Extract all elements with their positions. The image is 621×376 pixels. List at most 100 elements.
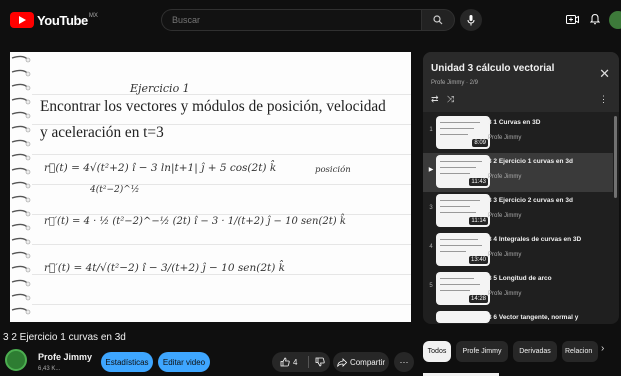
share-button[interactable]: Compartir: [333, 352, 389, 372]
playlist-item-index: 4: [429, 244, 433, 250]
paper-line: [32, 94, 411, 95]
playlist-item-title: 3 4 Integrales de curvas en 3D: [488, 236, 582, 243]
create-video-icon: [565, 14, 579, 24]
video-duration: 11:43: [469, 178, 488, 186]
account-avatar[interactable]: [609, 11, 621, 29]
loop-icon[interactable]: ⇄: [431, 94, 439, 105]
playlist-item-channel: Profe Jimmy: [488, 252, 522, 258]
thumbnail-line: [440, 206, 470, 207]
playlist-item-title: 3 3 Ejercicio 2 curvas en 3d: [488, 197, 573, 204]
playlist-item[interactable]: 3 6 Vector tangente, normal y: [423, 309, 613, 324]
playlist-title[interactable]: Unidad 3 cálculo vectorial: [431, 63, 554, 74]
share-icon: [337, 357, 347, 367]
more-actions-button[interactable]: ···: [394, 352, 414, 372]
thumbs-up-icon: [280, 357, 290, 367]
thumbnail-line: [440, 134, 468, 135]
video-duration: 14:28: [468, 295, 488, 303]
chip-all[interactable]: Todos: [423, 341, 451, 362]
top-bar: YouTube MX: [0, 0, 621, 40]
chevron-right-icon[interactable]: ›: [601, 343, 604, 354]
create-button[interactable]: [564, 11, 580, 27]
playlist-item[interactable]: 4 13:40 3 4 Integrales de curvas en 3D P…: [423, 231, 613, 270]
playlist-item[interactable]: 1 8:09 3 1 Curvas en 3D Profe Jimmy: [423, 114, 613, 153]
playlist-panel: Unidad 3 cálculo vectorial Profe Jimmy ·…: [423, 52, 619, 324]
paper-line: [32, 184, 411, 185]
chip-relacion[interactable]: Relacion: [562, 341, 598, 362]
channel-avatar[interactable]: [5, 349, 27, 371]
video-thumbnail: 11:43: [436, 155, 490, 188]
thumbnail-line: [440, 167, 476, 168]
exercise-heading: Ejercicio 1: [130, 82, 190, 95]
equation-velocity-step: r⃗′(t) = 4 · ½ (t²−2)^−½ (2t) î − 3 · 1/…: [44, 216, 346, 227]
thumbnail-line: [440, 284, 480, 285]
playlist-item-title: 3 5 Longitud de arco: [488, 275, 552, 282]
video-duration: 13:40: [468, 256, 488, 264]
playlist-item-index: 5: [429, 283, 433, 289]
playlist-item-title: 3 6 Vector tangente, normal y: [488, 314, 579, 321]
playlist-item-index: 3: [429, 205, 433, 211]
playlist-item-channel: Profe Jimmy: [488, 213, 522, 219]
thumbnail-line: [440, 278, 474, 279]
youtube-play-icon: [10, 12, 34, 28]
video-title: 3 2 Ejercicio 1 curvas en 3d: [3, 332, 126, 343]
now-playing-icon: ▶: [428, 167, 434, 173]
playlist-item-title: 3 2 Ejercicio 1 curvas en 3d: [488, 158, 573, 165]
equation-position: r⃗(t) = 4√(t²+2) î − 3 ln|t+1| ĵ + 5 cos…: [44, 162, 277, 174]
paper-line: [32, 274, 411, 275]
playlist-item-index: 1: [429, 127, 433, 133]
playlist-scrollbar[interactable]: [614, 116, 617, 198]
playlist-item-title: 3 1 Curvas en 3D: [488, 119, 541, 126]
thumbnail-line: [440, 128, 474, 129]
youtube-logo[interactable]: YouTube MX: [10, 12, 98, 28]
search-button[interactable]: [421, 9, 455, 31]
video-thumbnail: 8:09: [436, 116, 490, 149]
chip-derivadas[interactable]: Derivadas: [513, 341, 557, 362]
paper-line: [32, 304, 411, 305]
dislike-button[interactable]: [309, 357, 325, 367]
video-thumbnail: 11:14: [436, 194, 490, 227]
shuffle-icon[interactable]: ⤨: [447, 94, 454, 105]
thumbnail-line: [440, 173, 470, 174]
chip-profe-jimmy[interactable]: Profe Jimmy: [456, 341, 508, 362]
thumbs-down-icon: [315, 357, 325, 367]
notebook-rings: [10, 52, 32, 322]
search-input[interactable]: [162, 10, 421, 30]
playlist-item-channel: Profe Jimmy: [488, 174, 522, 180]
thumbnail-line: [440, 212, 476, 213]
playlist-item-channel: Profe Jimmy: [488, 135, 522, 141]
thumbnail-line: [440, 239, 478, 240]
search-box[interactable]: [161, 9, 421, 31]
video-player[interactable]: Ejercicio 1 Encontrar los vectores y mód…: [10, 52, 411, 322]
like-button[interactable]: 4: [272, 357, 308, 367]
problem-line-2: y aceleración en t=3: [40, 124, 164, 141]
playlist-item-current[interactable]: ▶ 11:43 3 2 Ejercicio 1 curvas en 3d Pro…: [423, 153, 613, 192]
logo-text: YouTube: [37, 12, 88, 28]
microphone-icon: [467, 14, 475, 25]
paper-line: [32, 244, 411, 245]
thumbnail-line: [440, 251, 466, 252]
playlist-item[interactable]: 3 11:14 3 3 Ejercicio 2 curvas en 3d Pro…: [423, 192, 613, 231]
playlist-item[interactable]: 5 14:28 3 5 Longitud de arco Profe Jimmy: [423, 270, 613, 309]
like-count: 4: [293, 357, 298, 367]
thumbnail-line: [440, 290, 470, 291]
thumbnail-line: [440, 161, 482, 162]
video-duration: 8:09: [472, 139, 488, 147]
equation-position-note: 4(t²−2)^½: [90, 185, 140, 195]
video-thumbnail: 13:40: [436, 233, 490, 266]
share-label: Compartir: [349, 357, 386, 367]
close-icon[interactable]: ✕: [599, 66, 610, 82]
notifications-button[interactable]: [587, 11, 603, 27]
like-dislike-group: 4: [272, 352, 330, 372]
playlist-menu-icon[interactable]: ⋮: [599, 94, 608, 105]
subscriber-count: 6,43 K...: [38, 366, 61, 372]
channel-name[interactable]: Profe Jimmy: [38, 352, 92, 362]
stats-button[interactable]: Estadísticas: [101, 352, 153, 372]
edit-video-button[interactable]: Editar video: [158, 352, 210, 372]
playlist-header: Unidad 3 cálculo vectorial Profe Jimmy ·…: [423, 52, 619, 112]
playlist-item-channel: Profe Jimmy: [488, 291, 522, 297]
paper-line: [32, 214, 411, 215]
voice-search-button[interactable]: [460, 9, 482, 31]
thumbnail-line: [440, 200, 480, 201]
video-thumbnail: [436, 311, 490, 323]
playlist-items: 1 8:09 3 1 Curvas en 3D Profe Jimmy ▶ 11…: [423, 114, 613, 324]
